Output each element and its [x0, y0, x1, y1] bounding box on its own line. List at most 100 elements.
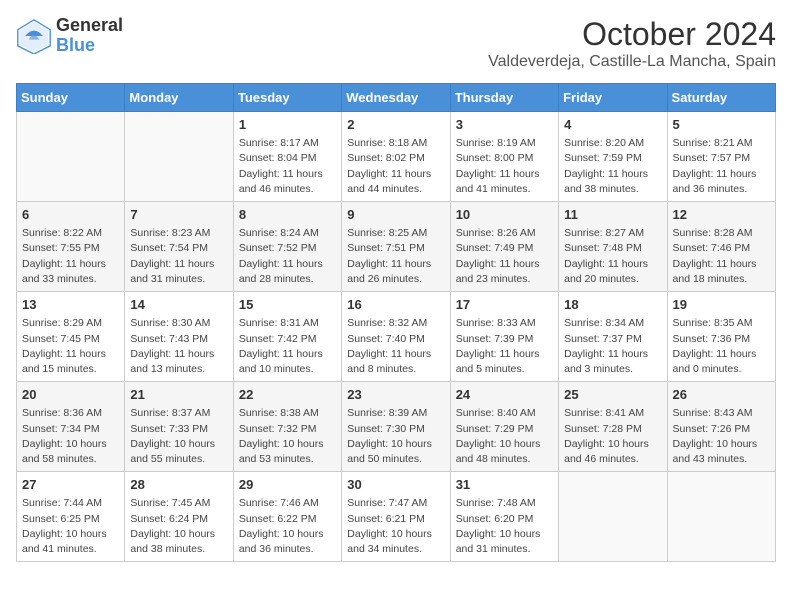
calendar-cell: 1 Sunrise: 8:17 AM Sunset: 8:04 PM Daylig…: [233, 112, 341, 202]
day-info: Sunrise: 8:33 AM Sunset: 7:39 PM Dayligh…: [456, 316, 553, 377]
day-info: Sunrise: 8:37 AM Sunset: 7:33 PM Dayligh…: [130, 406, 227, 467]
weekday-header-saturday: Saturday: [667, 84, 775, 112]
calendar-header-row: SundayMondayTuesdayWednesdayThursdayFrid…: [17, 84, 776, 112]
day-number: 20: [22, 386, 119, 404]
day-info: Sunrise: 8:18 AM Sunset: 8:02 PM Dayligh…: [347, 136, 444, 197]
day-info: Sunrise: 8:31 AM Sunset: 7:42 PM Dayligh…: [239, 316, 336, 377]
calendar-cell: 14Sunrise: 8:30 AM Sunset: 7:43 PM Dayli…: [125, 292, 233, 382]
calendar-table: SundayMondayTuesdayWednesdayThursdayFrid…: [16, 83, 776, 562]
day-number: 30: [347, 476, 444, 494]
calendar-cell: 19 Sunrise: 8:35 AM Sunset: 7:36 PM Dayli…: [667, 292, 775, 382]
day-number: 15: [239, 296, 336, 314]
day-number: 19: [673, 296, 770, 314]
calendar-cell: [559, 472, 667, 562]
day-info: Sunrise: 8:27 AM Sunset: 7:48 PM Dayligh…: [564, 226, 661, 287]
day-info: Sunrise: 8:43 AM Sunset: 7:26 PM Dayligh…: [673, 406, 770, 467]
calendar-cell: 30 Sunrise: 7:47 AM Sunset: 6:21 PM Dayli…: [342, 472, 450, 562]
day-info: Sunrise: 7:46 AM Sunset: 6:22 PM Dayligh…: [239, 496, 336, 557]
day-info: Sunrise: 8:26 AM Sunset: 7:49 PM Dayligh…: [456, 226, 553, 287]
day-number: 6: [22, 206, 119, 224]
day-number: 18: [564, 296, 661, 314]
calendar-cell: 26 Sunrise: 8:43 AM Sunset: 7:26 PM Dayli…: [667, 382, 775, 472]
day-info: Sunrise: 8:20 AM Sunset: 7:59 PM Dayligh…: [564, 136, 661, 197]
weekday-header-friday: Friday: [559, 84, 667, 112]
calendar-cell: 13Sunrise: 8:29 AM Sunset: 7:45 PM Dayli…: [17, 292, 125, 382]
title-block: October 2024 Valdeverdeja, Castille-La M…: [488, 16, 776, 71]
day-info: Sunrise: 7:44 AM Sunset: 6:25 PM Dayligh…: [22, 496, 119, 557]
calendar-cell: 5 Sunrise: 8:21 AM Sunset: 7:57 PM Daylig…: [667, 112, 775, 202]
day-number: 21: [130, 386, 227, 404]
day-number: 16: [347, 296, 444, 314]
calendar-cell: 8 Sunrise: 8:24 AM Sunset: 7:52 PM Daylig…: [233, 202, 341, 292]
day-info: Sunrise: 8:21 AM Sunset: 7:57 PM Dayligh…: [673, 136, 770, 197]
day-number: 26: [673, 386, 770, 404]
calendar-cell: 11 Sunrise: 8:27 AM Sunset: 7:48 PM Dayli…: [559, 202, 667, 292]
calendar-cell: 25Sunrise: 8:41 AM Sunset: 7:28 PM Dayli…: [559, 382, 667, 472]
day-info: Sunrise: 8:32 AM Sunset: 7:40 PM Dayligh…: [347, 316, 444, 377]
calendar-week-row: 27Sunrise: 7:44 AM Sunset: 6:25 PM Dayli…: [17, 472, 776, 562]
day-number: 13: [22, 296, 119, 314]
day-info: Sunrise: 8:19 AM Sunset: 8:00 PM Dayligh…: [456, 136, 553, 197]
day-info: Sunrise: 8:17 AM Sunset: 8:04 PM Dayligh…: [239, 136, 336, 197]
day-number: 1: [239, 116, 336, 134]
calendar-cell: 29Sunrise: 7:46 AM Sunset: 6:22 PM Dayli…: [233, 472, 341, 562]
day-number: 28: [130, 476, 227, 494]
day-info: Sunrise: 7:48 AM Sunset: 6:20 PM Dayligh…: [456, 496, 553, 557]
calendar-week-row: 20 Sunrise: 8:36 AM Sunset: 7:34 PM Dayli…: [17, 382, 776, 472]
day-number: 10: [456, 206, 553, 224]
calendar-cell: 12Sunrise: 8:28 AM Sunset: 7:46 PM Dayli…: [667, 202, 775, 292]
weekday-header-tuesday: Tuesday: [233, 84, 341, 112]
day-info: Sunrise: 8:23 AM Sunset: 7:54 PM Dayligh…: [130, 226, 227, 287]
calendar-cell: 18 Sunrise: 8:34 AM Sunset: 7:37 PM Dayli…: [559, 292, 667, 382]
calendar-cell: 16 Sunrise: 8:32 AM Sunset: 7:40 PM Dayli…: [342, 292, 450, 382]
day-number: 17: [456, 296, 553, 314]
day-number: 8: [239, 206, 336, 224]
calendar-cell: 7 Sunrise: 8:23 AM Sunset: 7:54 PM Daylig…: [125, 202, 233, 292]
logo-icon: [16, 18, 52, 54]
calendar-week-row: 1 Sunrise: 8:17 AM Sunset: 8:04 PM Daylig…: [17, 112, 776, 202]
weekday-header-wednesday: Wednesday: [342, 84, 450, 112]
calendar-cell: 22 Sunrise: 8:38 AM Sunset: 7:32 PM Dayli…: [233, 382, 341, 472]
calendar-week-row: 6 Sunrise: 8:22 AM Sunset: 7:55 PM Daylig…: [17, 202, 776, 292]
calendar-cell: [125, 112, 233, 202]
calendar-cell: 27Sunrise: 7:44 AM Sunset: 6:25 PM Dayli…: [17, 472, 125, 562]
logo-text: General Blue: [56, 16, 123, 56]
day-number: 7: [130, 206, 227, 224]
location-title: Valdeverdeja, Castille-La Mancha, Spain: [488, 53, 776, 71]
day-number: 14: [130, 296, 227, 314]
day-info: Sunrise: 7:45 AM Sunset: 6:24 PM Dayligh…: [130, 496, 227, 557]
day-number: 3: [456, 116, 553, 134]
day-info: Sunrise: 8:36 AM Sunset: 7:34 PM Dayligh…: [22, 406, 119, 467]
day-number: 25: [564, 386, 661, 404]
calendar-cell: 28 Sunrise: 7:45 AM Sunset: 6:24 PM Dayli…: [125, 472, 233, 562]
weekday-header-monday: Monday: [125, 84, 233, 112]
calendar-cell: 4Sunrise: 8:20 AM Sunset: 7:59 PM Daylig…: [559, 112, 667, 202]
calendar-cell: 2 Sunrise: 8:18 AM Sunset: 8:02 PM Daylig…: [342, 112, 450, 202]
day-number: 11: [564, 206, 661, 224]
day-info: Sunrise: 8:34 AM Sunset: 7:37 PM Dayligh…: [564, 316, 661, 377]
day-number: 2: [347, 116, 444, 134]
day-number: 24: [456, 386, 553, 404]
calendar-cell: 23Sunrise: 8:39 AM Sunset: 7:30 PM Dayli…: [342, 382, 450, 472]
day-number: 22: [239, 386, 336, 404]
calendar-cell: 24Sunrise: 8:40 AM Sunset: 7:29 PM Dayli…: [450, 382, 558, 472]
day-info: Sunrise: 8:22 AM Sunset: 7:55 PM Dayligh…: [22, 226, 119, 287]
day-number: 12: [673, 206, 770, 224]
calendar-cell: 21 Sunrise: 8:37 AM Sunset: 7:33 PM Dayli…: [125, 382, 233, 472]
day-info: Sunrise: 8:38 AM Sunset: 7:32 PM Dayligh…: [239, 406, 336, 467]
day-info: Sunrise: 8:24 AM Sunset: 7:52 PM Dayligh…: [239, 226, 336, 287]
weekday-header-thursday: Thursday: [450, 84, 558, 112]
day-info: Sunrise: 8:25 AM Sunset: 7:51 PM Dayligh…: [347, 226, 444, 287]
month-title: October 2024: [488, 16, 776, 53]
logo: General Blue: [16, 16, 123, 56]
calendar-cell: [667, 472, 775, 562]
calendar-cell: 3 Sunrise: 8:19 AM Sunset: 8:00 PM Daylig…: [450, 112, 558, 202]
page-header: General Blue October 2024 Valdeverdeja, …: [16, 16, 776, 71]
calendar-cell: 20 Sunrise: 8:36 AM Sunset: 7:34 PM Dayli…: [17, 382, 125, 472]
day-info: Sunrise: 8:39 AM Sunset: 7:30 PM Dayligh…: [347, 406, 444, 467]
day-info: Sunrise: 7:47 AM Sunset: 6:21 PM Dayligh…: [347, 496, 444, 557]
day-info: Sunrise: 8:35 AM Sunset: 7:36 PM Dayligh…: [673, 316, 770, 377]
day-number: 5: [673, 116, 770, 134]
calendar-cell: 10 Sunrise: 8:26 AM Sunset: 7:49 PM Dayli…: [450, 202, 558, 292]
calendar-cell: 6 Sunrise: 8:22 AM Sunset: 7:55 PM Daylig…: [17, 202, 125, 292]
